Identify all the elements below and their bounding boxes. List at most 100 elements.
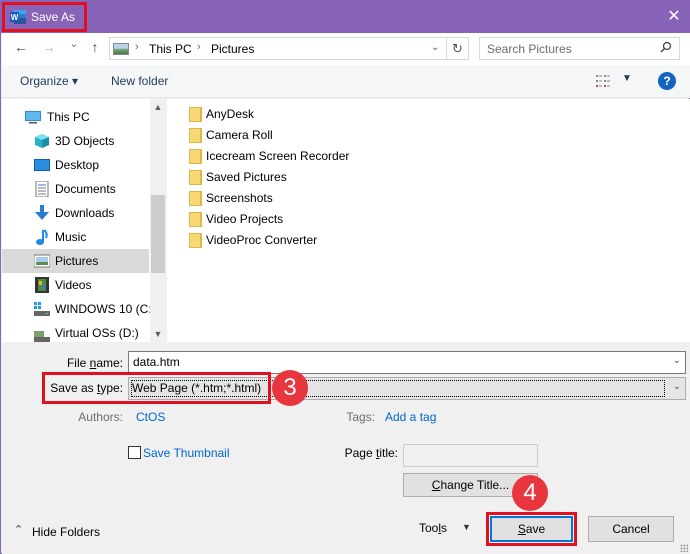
search-icon[interactable] bbox=[660, 41, 672, 56]
sidebar-item-label: WINDOWS 10 (C:) bbox=[55, 302, 156, 316]
folder-name: AnyDesk bbox=[206, 107, 255, 121]
highlight-box-save bbox=[486, 512, 577, 546]
folder-icon bbox=[189, 191, 202, 206]
sidebar-item-label: 3D Objects bbox=[55, 134, 115, 148]
folder-name: Video Projects bbox=[206, 212, 284, 226]
save-thumbnail-label[interactable]: Save Thumbnail bbox=[143, 446, 230, 460]
back-icon[interactable]: ← bbox=[12, 39, 30, 55]
address-bar[interactable]: › This PC › Pictures ⌄ ↻ bbox=[109, 37, 469, 60]
file-name-value: data.htm bbox=[133, 355, 180, 369]
chevron-down-icon[interactable]: ⌄ bbox=[673, 355, 681, 366]
scroll-down-icon[interactable]: ▼ bbox=[150, 329, 166, 339]
tools-dropdown-icon[interactable]: ▼ bbox=[462, 522, 471, 532]
sidebar-item-label: Pictures bbox=[55, 254, 99, 268]
computer-icon bbox=[25, 111, 41, 124]
refresh-icon[interactable]: ↻ bbox=[446, 38, 468, 59]
save-options-panel: File name: data.htm ⌄ Save as type: Web … bbox=[2, 342, 690, 554]
breadcrumb-this-pc[interactable]: This PC bbox=[149, 42, 192, 56]
view-options-icon[interactable] bbox=[596, 75, 610, 87]
file-list: AnyDesk Camera Roll Icecream Screen Reco… bbox=[167, 99, 690, 342]
title-bar: W Save As ✕ bbox=[1, 1, 690, 33]
sidebar-item-label: Videos bbox=[55, 278, 92, 292]
navigation-scrollbar[interactable]: ▲ ▼ bbox=[150, 99, 166, 342]
close-button[interactable]: ✕ bbox=[663, 7, 685, 27]
folder-item[interactable]: AnyDesk bbox=[189, 104, 389, 125]
resize-grip[interactable] bbox=[680, 544, 688, 552]
folder-icon bbox=[189, 149, 202, 164]
file-name-input[interactable]: data.htm ⌄ bbox=[128, 351, 686, 374]
folder-icon bbox=[189, 233, 202, 248]
folder-name: Saved Pictures bbox=[206, 170, 287, 184]
sidebar-item-this-pc[interactable]: This PC bbox=[2, 105, 149, 129]
folder-item[interactable]: VideoProc Converter bbox=[189, 230, 389, 251]
sidebar-item-3d-objects[interactable]: 3D Objects bbox=[2, 129, 149, 153]
pictures-icon bbox=[34, 254, 50, 268]
sidebar-item-label: Documents bbox=[55, 182, 116, 196]
step-badge-4: 4 bbox=[512, 475, 548, 511]
recent-locations-icon[interactable]: ⌄ bbox=[65, 37, 83, 50]
help-icon[interactable]: ? bbox=[658, 72, 676, 90]
downloads-icon bbox=[35, 205, 49, 220]
navigation-bar: ← → ⌄ ↑ › This PC › Pictures ⌄ ↻ Search … bbox=[2, 33, 690, 65]
sidebar-item-documents[interactable]: Documents bbox=[2, 177, 149, 201]
videos-icon bbox=[35, 277, 49, 293]
drive-icon bbox=[34, 331, 50, 342]
folder-item[interactable]: Saved Pictures bbox=[189, 167, 389, 188]
folder-item[interactable]: Screenshots bbox=[189, 188, 389, 209]
step-badge-3: 3 bbox=[272, 370, 308, 406]
drive-icon bbox=[34, 302, 50, 316]
cancel-button[interactable]: Cancel bbox=[588, 516, 674, 542]
search-placeholder: Search Pictures bbox=[487, 42, 572, 56]
sidebar-item-label: Downloads bbox=[55, 206, 115, 220]
pictures-location-icon bbox=[113, 43, 129, 55]
sidebar-item-label: Desktop bbox=[55, 158, 100, 172]
folder-name: Icecream Screen Recorder bbox=[206, 149, 350, 163]
sidebar-item-pictures[interactable]: Pictures bbox=[2, 249, 149, 273]
folder-item[interactable]: Camera Roll bbox=[189, 125, 389, 146]
folder-icon bbox=[189, 170, 202, 185]
folder-name: Screenshots bbox=[206, 191, 273, 205]
search-input[interactable]: Search Pictures bbox=[479, 37, 680, 60]
sidebar-item-desktop[interactable]: Desktop bbox=[2, 153, 149, 177]
chevron-down-icon[interactable]: ⌄ bbox=[673, 381, 681, 392]
sidebar-item-music[interactable]: Music bbox=[2, 225, 149, 249]
scrollbar-thumb[interactable] bbox=[151, 195, 165, 273]
save-thumbnail-checkbox[interactable] bbox=[128, 446, 141, 459]
authors-label: Authors: bbox=[78, 410, 123, 424]
sidebar-item-downloads[interactable]: Downloads bbox=[2, 201, 149, 225]
folder-icon bbox=[189, 107, 202, 122]
hide-folders-button[interactable]: Hide Folders bbox=[32, 525, 100, 539]
highlight-box-title bbox=[2, 2, 87, 32]
page-title-input[interactable] bbox=[403, 444, 538, 467]
breadcrumb-pictures[interactable]: Pictures bbox=[211, 42, 254, 56]
page-title-label: Page title: bbox=[344, 446, 398, 460]
desktop-icon bbox=[34, 159, 50, 171]
add-tag-link[interactable]: Add a tag bbox=[385, 410, 436, 424]
documents-icon bbox=[35, 181, 49, 197]
address-dropdown-icon[interactable]: ⌄ bbox=[431, 42, 439, 53]
folder-item[interactable]: Video Projects bbox=[189, 209, 389, 230]
tools-button[interactable]: Tools bbox=[419, 521, 447, 535]
music-icon bbox=[36, 229, 48, 245]
sidebar-item-label: Music bbox=[55, 230, 87, 244]
folder-item[interactable]: Icecream Screen Recorder bbox=[189, 146, 389, 167]
tags-label: Tags: bbox=[346, 410, 375, 424]
highlight-box-save-type bbox=[42, 372, 271, 404]
toolbar: Organize ▾ New folder ▼ ? bbox=[2, 65, 690, 98]
folder-name: VideoProc Converter bbox=[206, 233, 318, 247]
sidebar-item-videos[interactable]: Videos bbox=[2, 273, 149, 297]
save-as-dialog: W Save As ✕ ← → ⌄ ↑ › This PC › Pictures… bbox=[0, 0, 690, 554]
new-folder-button[interactable]: New folder bbox=[111, 74, 168, 88]
sidebar-item-windows-10-c[interactable]: WINDOWS 10 (C:) bbox=[2, 297, 156, 321]
chevron-up-icon[interactable]: ⌃ bbox=[14, 523, 23, 536]
scroll-up-icon[interactable]: ▲ bbox=[150, 102, 166, 112]
file-name-label: File name: bbox=[66, 356, 123, 370]
up-icon[interactable]: ↑ bbox=[86, 39, 104, 55]
organize-button[interactable]: Organize ▾ bbox=[20, 74, 78, 88]
folder-name: Camera Roll bbox=[206, 128, 273, 142]
chevron-right-icon: › bbox=[135, 41, 139, 53]
authors-value[interactable]: CtOS bbox=[136, 410, 165, 424]
forward-icon[interactable]: → bbox=[40, 39, 58, 55]
3d-objects-icon bbox=[35, 134, 49, 148]
view-dropdown-icon[interactable]: ▼ bbox=[622, 73, 632, 84]
